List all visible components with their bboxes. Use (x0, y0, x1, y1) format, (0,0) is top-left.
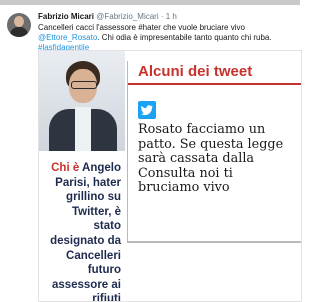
tweet-text-part2: . Chi odia è impresentabile tanto quanto… (97, 33, 272, 42)
top-nav-strip (0, 0, 300, 5)
quoted-tweet-text: Rosato facciamo un patto. Se questa legg… (138, 122, 284, 196)
author-avatar[interactable] (7, 13, 31, 37)
tweet-text-part1: Cancelleri cacci l'assessore #hater che … (38, 23, 245, 32)
portrait-photo (39, 51, 125, 151)
caption-body: Angelo Parisi, hater grillino su Twitter… (50, 162, 121, 302)
tweet-author-line: Fabrizio Micari @Fabrizio_Micari · 1 h (38, 12, 177, 21)
panel-divider (128, 241, 301, 243)
panel-title: Alcuni dei tweet (138, 63, 253, 80)
mention-link[interactable]: @Ettore_Rosato (38, 33, 97, 42)
caption-lead: Chi è (51, 162, 80, 174)
tweets-panel: Alcuni dei tweet Rosato facciamo un patt… (127, 61, 301, 243)
portrait-caption: Chi è Angelo Parisi, hater grillino su T… (43, 161, 121, 302)
tweet-text: Cancelleri cacci l'assessore #hater che … (38, 23, 296, 53)
tweet-image[interactable]: Chi è Angelo Parisi, hater grillino su T… (38, 50, 302, 302)
panel-header: Alcuni dei tweet (128, 61, 301, 85)
author-handle[interactable]: @Fabrizio_Micari (96, 12, 158, 21)
author-name[interactable]: Fabrizio Micari (38, 12, 94, 21)
twitter-bird-icon (138, 101, 156, 119)
tweet-timestamp[interactable]: · 1 h (161, 12, 177, 21)
